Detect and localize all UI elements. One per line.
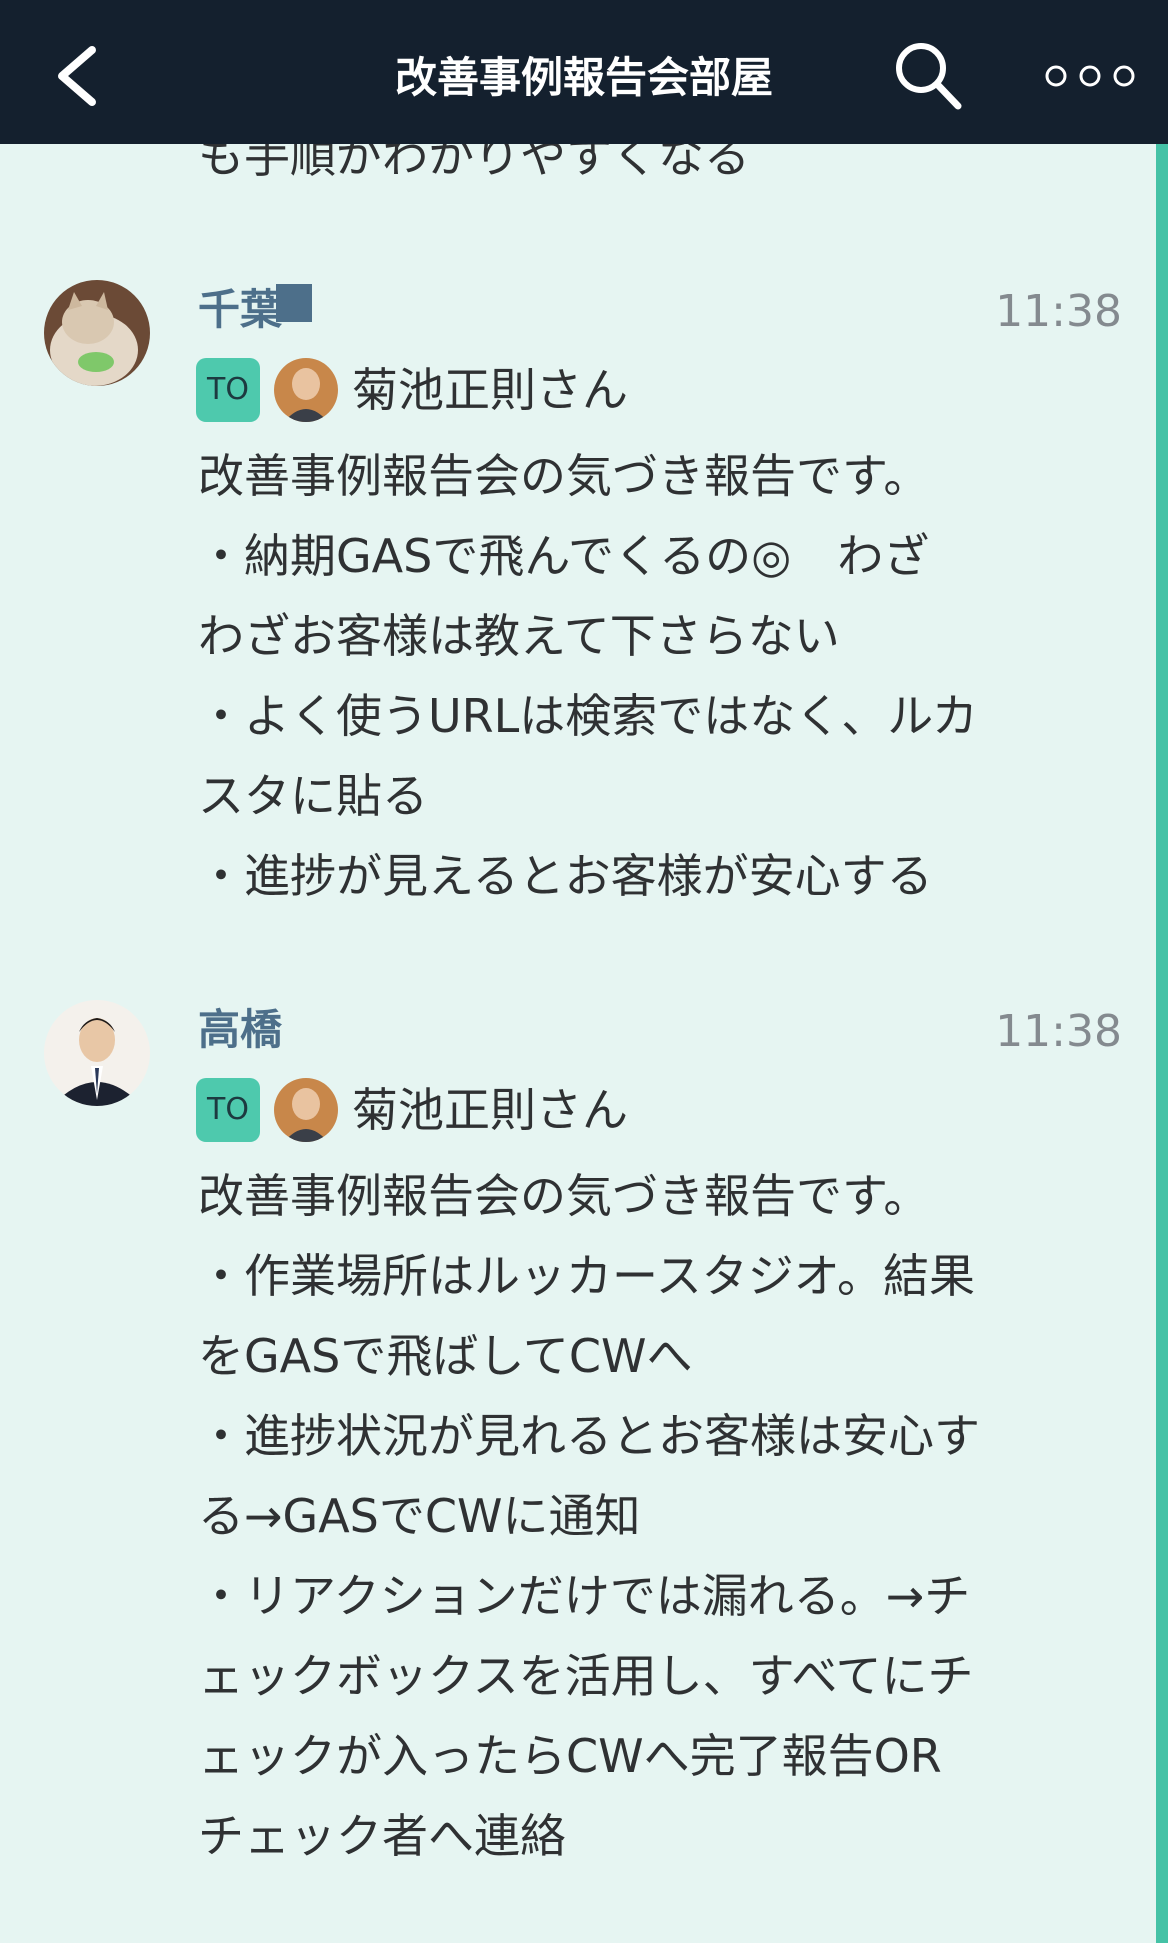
chat-message: 高橋 11:38 TO 菊池正則さん 改善事例報告会の気づき報告です。 ・作業場… [0, 990, 1150, 1890]
more-dots-icon [1045, 65, 1135, 87]
message-line: をGASで飛ばしてCWへ [198, 1329, 693, 1383]
message-line: ェックが入ったらCWへ完了報告OR [198, 1729, 942, 1783]
sender-name: 千葉 [198, 280, 313, 340]
message-line: ・進捗が見えるとお客様が安心する [198, 849, 933, 903]
mention-name: 菊池正則さん [352, 363, 628, 417]
message-line: ・リアクションだけでは漏れる。→チ [198, 1569, 971, 1623]
mention-avatar [274, 358, 338, 422]
message-line: わざお客様は教えて下さらない [198, 609, 840, 663]
room-title: 改善事例報告会部屋 [394, 53, 773, 102]
message-body: 改善事例報告会の気づき報告です。 ・納期GASで飛んでくるの◎ わざ わざお客様… [198, 436, 1108, 916]
message-body: 改善事例報告会の気づき報告です。 ・作業場所はルッカースタジオ。結果 をGASで… [198, 1156, 1108, 1876]
message-line: チェック者へ連絡 [198, 1809, 566, 1863]
chat-header: 改善事例報告会部屋 [0, 0, 1168, 144]
person-avatar-icon [44, 1000, 150, 1106]
message-line: る→GASでCWに通知 [198, 1489, 641, 1543]
search-icon [896, 43, 962, 110]
cat-avatar-icon [44, 280, 150, 386]
chat-message: 千葉 11:38 TO 菊池正則さん 改善事例報告会の気づき報告です。 ・納期G… [0, 270, 1150, 910]
message-line: ェックボックスを活用し、すべてにチ [198, 1649, 974, 1703]
message-time: 11:38 [995, 286, 1122, 337]
to-badge[interactable]: TO [196, 358, 260, 422]
person-avatar-icon [274, 358, 338, 422]
message-line: ・よく使うURLは検索ではなく、ルカ [198, 689, 978, 743]
more-button[interactable] [1040, 46, 1140, 106]
message-line: スタに貼る [198, 769, 428, 823]
scroll-rail[interactable] [1156, 144, 1168, 1943]
message-line: 改善事例報告会の気づき報告です。 [198, 1169, 930, 1223]
sender-name: 高橋 [198, 1005, 283, 1054]
message-time: 11:38 [995, 1006, 1122, 1057]
avatar[interactable] [44, 1000, 150, 1106]
search-button[interactable] [888, 36, 968, 116]
mention-name: 菊池正則さん [352, 1083, 628, 1137]
redaction-block [276, 284, 313, 322]
message-line: ・作業場所はルッカースタジオ。結果 [198, 1249, 975, 1303]
avatar[interactable] [44, 280, 150, 386]
mention-avatar [274, 1078, 338, 1142]
message-line: 改善事例報告会の気づき報告です。 [198, 449, 930, 503]
message-line: ・納期GASで飛んでくるの◎ わざ [198, 529, 930, 583]
message-line: ・進捗状況が見れるとお客様は安心す [198, 1409, 980, 1463]
person-avatar-icon [274, 1078, 338, 1142]
to-badge[interactable]: TO [196, 1078, 260, 1142]
